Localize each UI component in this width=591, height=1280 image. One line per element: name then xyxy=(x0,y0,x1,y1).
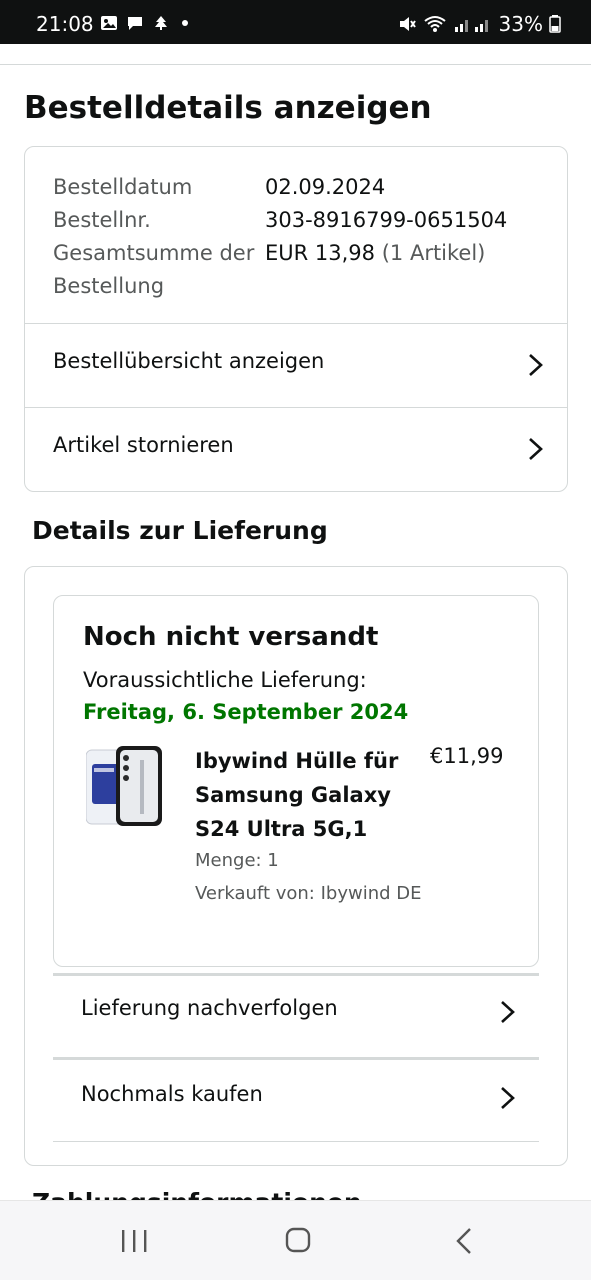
delivery-section-title: Details zur Lieferung xyxy=(32,516,328,545)
track-delivery-label: Lieferung nachverfolgen xyxy=(81,996,338,1020)
order-date-row: Bestelldatum 02.09.2024 xyxy=(53,171,543,204)
home-icon[interactable] xyxy=(278,1225,318,1257)
order-total-value: EUR 13,98 xyxy=(265,241,376,265)
view-order-summary-label: Bestellübersicht anzeigen xyxy=(53,349,325,373)
status-time: 21:08 xyxy=(36,12,94,36)
system-nav-bar xyxy=(0,1200,591,1280)
order-item-count: (1 Artikel) xyxy=(381,241,486,265)
shipment-status: Noch nicht versandt xyxy=(83,622,379,652)
system-icons: 33% xyxy=(397,12,561,36)
product-price: €11,99 xyxy=(430,744,504,768)
estimated-delivery-date: Freitag, 6. September 2024 xyxy=(83,700,409,724)
order-number-value: 303-8916799-0651504 xyxy=(265,208,508,232)
product-title[interactable]: Ibywind Hülle für Samsung Galaxy S24 Ult… xyxy=(195,744,415,846)
order-total-label: Gesamtsumme der Bestellung xyxy=(53,241,255,298)
cancel-items-link[interactable]: Artikel stornieren xyxy=(25,407,567,491)
view-order-summary-link[interactable]: Bestellübersicht anzeigen xyxy=(25,323,567,407)
notification-icons xyxy=(100,15,188,31)
order-info: Bestelldatum 02.09.2024 Bestellnr. 303-8… xyxy=(53,171,543,303)
battery-icon xyxy=(549,15,561,33)
delivery-card: Noch nicht versandt Voraussichtliche Lie… xyxy=(24,566,568,1166)
order-summary-card: Bestelldatum 02.09.2024 Bestellnr. 303-8… xyxy=(24,146,568,492)
chevron-right-icon xyxy=(529,438,543,460)
estimated-delivery-label: Voraussichtliche Lieferung: xyxy=(83,668,367,692)
order-total: EUR 13,98 (1 Artikel) xyxy=(265,237,485,303)
tree-icon xyxy=(155,16,167,30)
shipment-box: Noch nicht versandt Voraussichtliche Lie… xyxy=(53,595,539,967)
status-bar: 21:08 33% xyxy=(0,0,591,44)
page-title: Bestelldetails anzeigen xyxy=(24,90,432,126)
buy-again-link[interactable]: Nochmals kaufen xyxy=(53,1057,539,1141)
wifi-icon xyxy=(423,16,446,32)
order-number-label: Bestellnr. xyxy=(53,208,151,232)
chevron-right-icon xyxy=(529,354,543,376)
order-number-row: Bestellnr. 303-8916799-0651504 xyxy=(53,204,543,237)
header-divider xyxy=(0,64,591,65)
page-content[interactable]: Bestelldetails anzeigen Bestelldatum 02.… xyxy=(0,44,591,1200)
product-seller: Verkauft von: Ibywind DE xyxy=(195,883,422,904)
chevron-right-icon xyxy=(501,1087,515,1109)
divider xyxy=(53,1141,539,1142)
signal-icon xyxy=(454,20,488,32)
order-total-row: Gesamtsumme der Bestellung EUR 13,98 (1 … xyxy=(53,237,543,303)
payment-section-title: Zahlungsinformationen xyxy=(32,1188,362,1200)
gallery-icon xyxy=(101,16,117,30)
product-quantity: Menge: 1 xyxy=(195,850,279,871)
chevron-right-icon xyxy=(501,1001,515,1023)
recent-apps-icon[interactable] xyxy=(114,1225,154,1257)
product-thumbnail[interactable] xyxy=(86,746,162,830)
cancel-items-label: Artikel stornieren xyxy=(53,433,234,457)
order-date-label: Bestelldatum xyxy=(53,175,193,199)
mute-icon xyxy=(399,17,416,31)
chat-icon xyxy=(128,17,142,30)
track-delivery-link[interactable]: Lieferung nachverfolgen xyxy=(53,971,539,1055)
order-date-value: 02.09.2024 xyxy=(265,175,386,199)
battery-level: 33% xyxy=(498,12,543,36)
more-notifications-dot xyxy=(182,20,188,26)
back-icon[interactable] xyxy=(446,1225,486,1257)
buy-again-label: Nochmals kaufen xyxy=(81,1082,263,1106)
